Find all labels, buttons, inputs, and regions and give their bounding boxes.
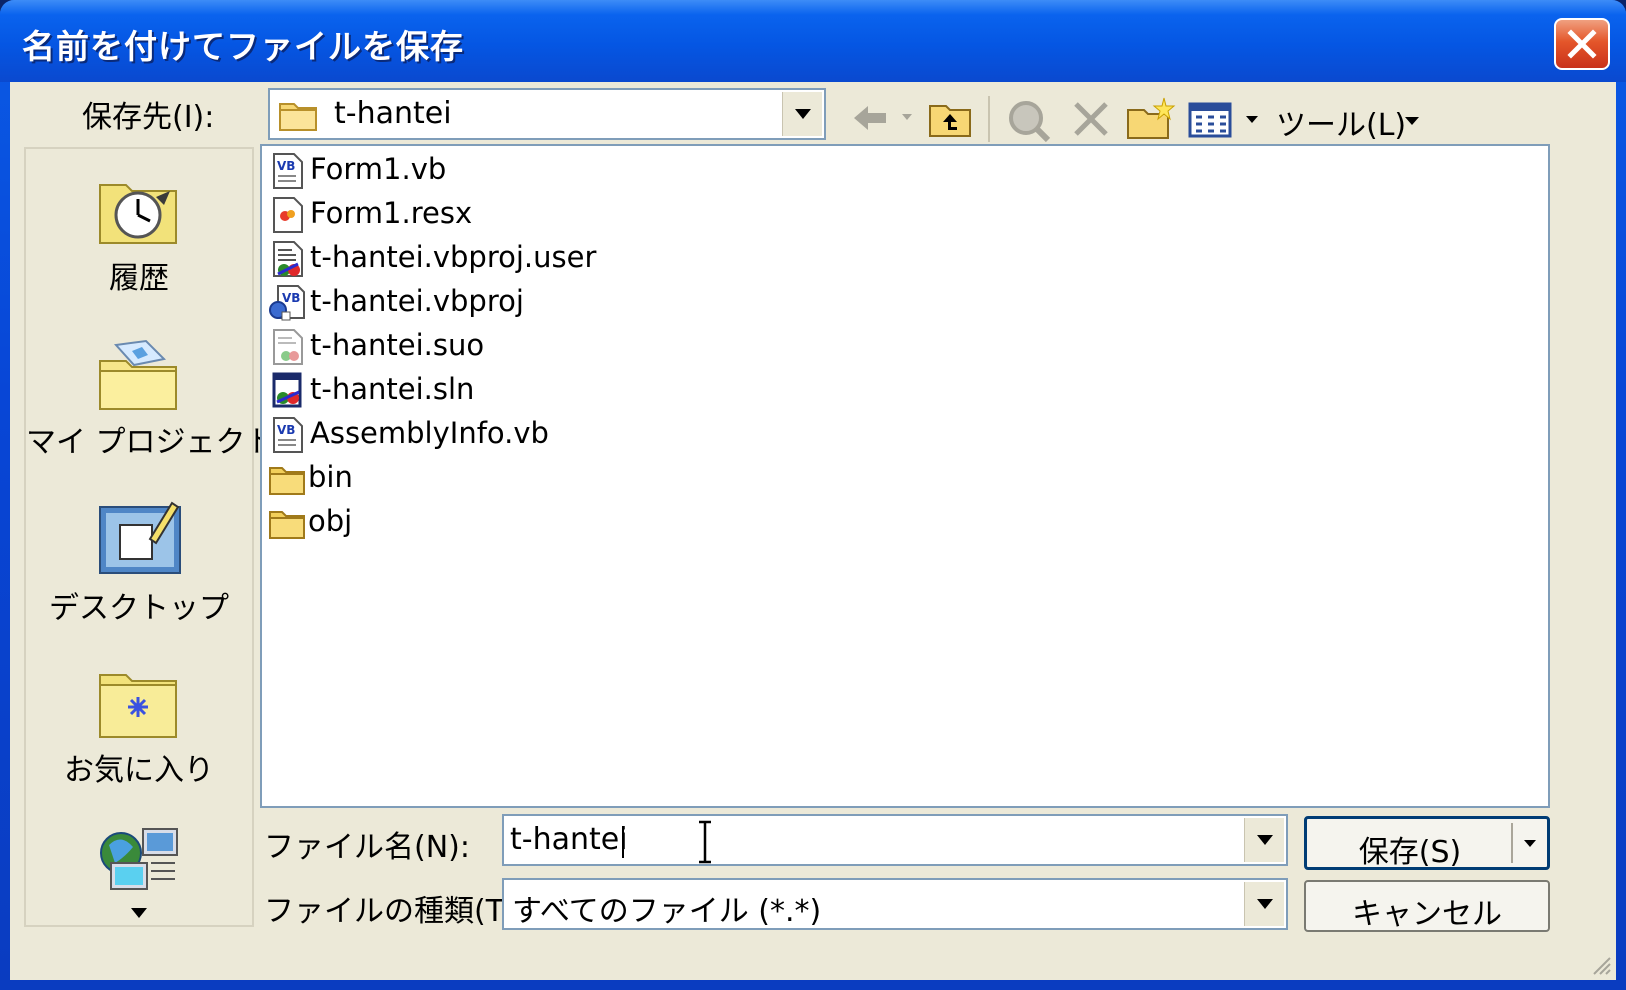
delete-icon [1074,102,1108,136]
file-name: t-hantei.vbproj [310,284,524,318]
resize-grip-icon[interactable] [1588,952,1612,976]
new-folder-button[interactable] [1124,94,1180,144]
place-network[interactable] [26,823,252,919]
filetype-dropdown-button[interactable] [1244,882,1284,926]
places-bar: 履歴 マイ プロジェクト デスクトップ お気に入り [24,147,276,927]
vbproj-file-icon: VB [269,285,305,321]
folder-icon [279,103,317,131]
svg-text:VB: VB [282,291,300,305]
svg-text:VB: VB [277,423,295,437]
delete-button[interactable] [1066,94,1116,144]
ibeam-cursor-icon [699,820,711,864]
save-button[interactable]: 保存(S) [1304,816,1550,870]
up-folder-icon [929,105,971,137]
close-button[interactable] [1554,18,1610,70]
file-name: obj [308,504,353,538]
close-icon [1567,29,1597,59]
filename-label: ファイル名(N): [264,830,470,865]
file-name: t-hantei.vbproj.user [310,240,597,274]
up-folder-button[interactable] [926,94,976,144]
filetype-value: すべてのファイル (*.*) [512,894,822,929]
file-name: bin [308,460,353,494]
chevron-down-icon [1257,835,1273,845]
tools-menu-button[interactable]: ツール(L) [1276,94,1426,144]
filename-value: t-hantei [510,822,628,857]
file-name: AssemblyInfo.vb [310,416,549,450]
filetype-select[interactable]: すべてのファイル (*.*) [502,878,1288,930]
search-web-icon [1009,101,1051,143]
vb-file-icon: VB [273,417,303,453]
chevron-down-icon [795,109,811,119]
place-desktop-label: デスクトップ [49,591,229,626]
chevron-down-icon[interactable] [1523,839,1537,849]
file-name: Form1.vb [310,152,447,186]
filetype-label: ファイルの種類(T): [264,894,526,929]
filename-input[interactable]: t-hantei [502,814,1288,866]
vb-file-icon: VB [273,153,303,189]
dialog-body: 保存先(I): t-hantei ツール(L) 履歴 マイ プロジェクト デスク… [10,82,1616,980]
place-my-projects-label: マイ プロジェクト [26,425,276,460]
place-my-projects[interactable]: マイ プロジェクト [26,337,276,461]
file-list[interactable]: VB Form1.vb Form1.resx t-hantei.vbproj.u… [260,144,1550,808]
my-projects-icon [99,339,177,410]
vbproj-user-file-icon [273,241,303,277]
place-favorites[interactable]: お気に入り [26,665,252,789]
cancel-button-label: キャンセル [1352,897,1502,932]
back-arrow-icon [854,106,912,130]
location-combo[interactable]: t-hantei [268,88,826,140]
sln-file-icon [272,372,302,408]
view-menu-button[interactable] [1186,94,1270,144]
location-value: t-hantei [334,96,452,131]
folder-icon [269,511,305,539]
folder-icon [269,467,305,495]
file-name: t-hantei.suo [310,328,485,362]
chevron-down-icon [1405,117,1419,125]
resx-file-icon [273,197,303,233]
chevron-down-icon [1257,899,1273,909]
window-title: 名前を付けてファイルを保存 [22,27,464,66]
text-caret [622,826,624,858]
place-history[interactable]: 履歴 [26,173,252,297]
network-icon [100,828,178,890]
save-button-label: 保存(S) [1358,835,1462,870]
desktop-icon [99,501,181,574]
suo-file-icon [273,329,303,365]
chevron-down-icon[interactable] [129,907,149,919]
filename-dropdown-button[interactable] [1244,818,1284,862]
favorites-icon [99,674,177,738]
tools-menu-label: ツール(L) [1276,108,1407,143]
back-button[interactable] [846,94,916,144]
title-bar[interactable]: 名前を付けてファイルを保存 [0,0,1626,82]
svg-text:VB: VB [277,159,295,173]
file-name: t-hantei.sln [310,372,475,406]
location-dropdown-button[interactable] [782,92,822,136]
cancel-button[interactable]: キャンセル [1304,880,1550,932]
save-in-label: 保存先(I): [82,100,215,135]
place-history-label: 履歴 [109,261,169,296]
view-list-icon [1188,102,1258,138]
history-icon [99,184,177,244]
file-name: Form1.resx [310,196,473,230]
toolbar-separator [988,96,990,142]
place-favorites-label: お気に入り [64,753,214,788]
place-desktop[interactable]: デスクトップ [26,499,252,627]
save-file-dialog: 名前を付けてファイルを保存 保存先(I): t-hantei ツール(L) 履歴… [0,0,1626,990]
search-web-button[interactable] [1002,94,1056,144]
new-folder-icon [1127,97,1176,139]
split-divider [1511,823,1513,863]
